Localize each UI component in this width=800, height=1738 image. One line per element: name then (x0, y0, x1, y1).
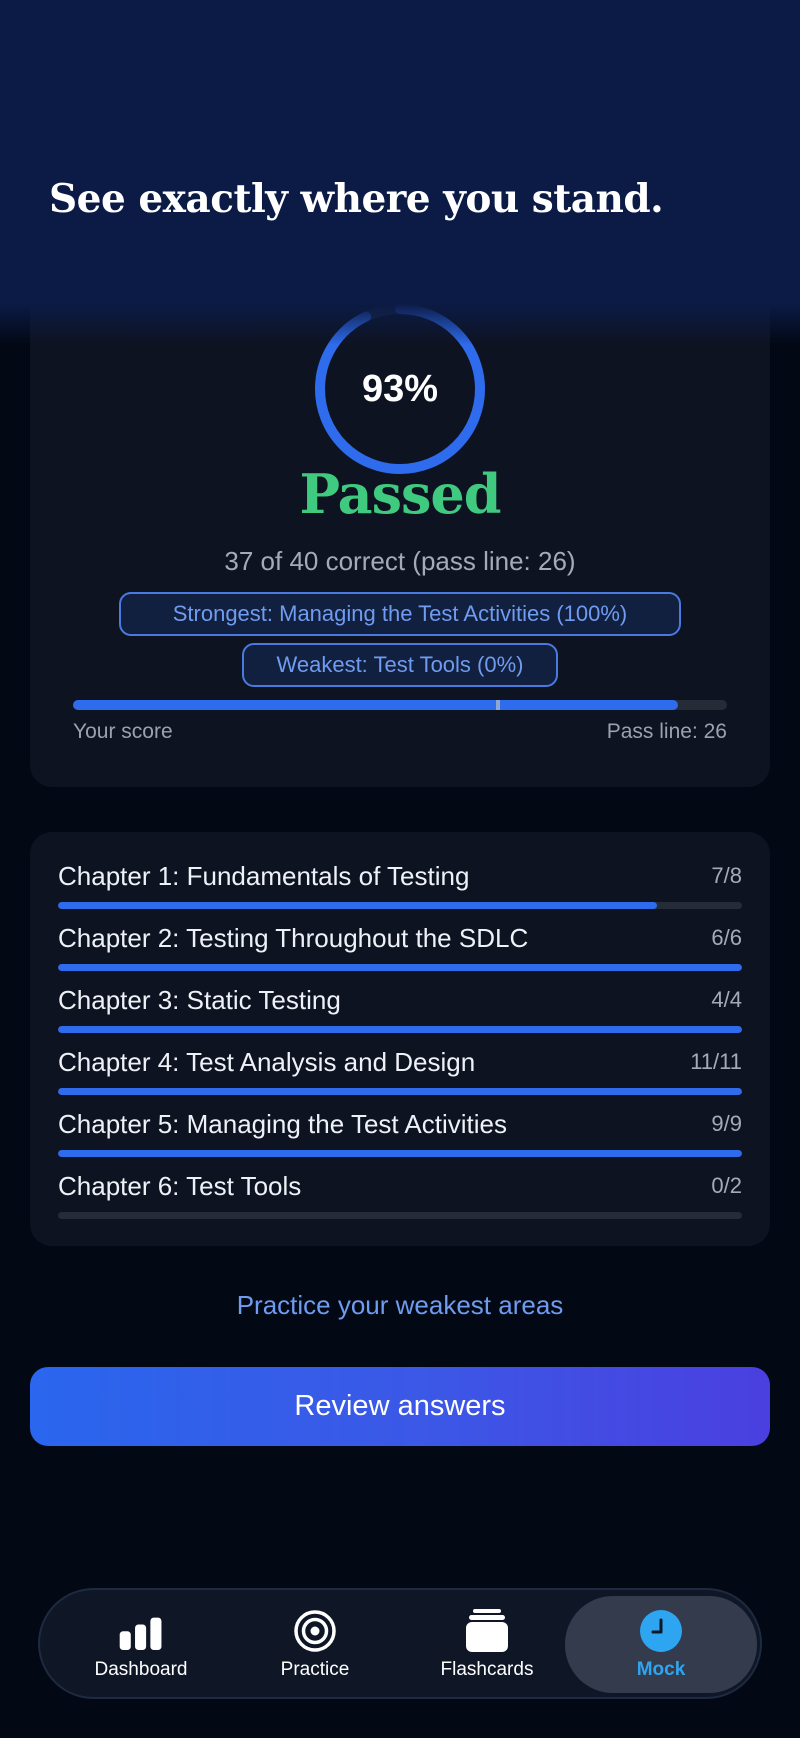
chapter-progress-fill (58, 964, 742, 971)
chapter-progress-bar (58, 902, 742, 909)
bottom-tab-bar: Dashboard Practice Flashcards Mock (38, 1588, 762, 1699)
tab-label: Dashboard (94, 1658, 188, 1680)
pass-line-label: Pass line: 26 (606, 720, 727, 743)
chapter-progress-fill (58, 902, 657, 909)
chapter-progress-bar (58, 964, 742, 971)
chapter-progress-bar (58, 1150, 742, 1157)
chapter-row: Chapter 4: Test Analysis and Design 11/1… (58, 1047, 742, 1097)
review-answers-button[interactable]: Review answers (30, 1367, 770, 1446)
tab-label: Practice (280, 1658, 350, 1680)
tab-label: Flashcards (440, 1658, 534, 1680)
chapter-progress-fill (58, 1150, 742, 1157)
chapter-progress-bar (58, 1212, 742, 1219)
chapter-row: Chapter 3: Static Testing 4/4 (58, 985, 742, 1035)
chapter-row: Chapter 2: Testing Throughout the SDLC 6… (58, 923, 742, 973)
tab-dashboard[interactable]: Dashboard (56, 1596, 226, 1693)
chapter-name: Chapter 2: Testing Throughout the SDLC (58, 923, 529, 953)
chapter-score: 9/9 (711, 1111, 742, 1136)
mock-result-screen: See exactly where you stand. 93% Passed … (0, 0, 800, 1738)
clock-icon (638, 1609, 684, 1653)
chapter-score: 11/11 (690, 1049, 742, 1074)
chapter-name: Chapter 5: Managing the Test Activities (58, 1109, 507, 1139)
chapter-progress-bar (58, 1088, 742, 1095)
weakest-topic-badge: Weakest: Test Tools (0%) (242, 643, 558, 687)
chapter-row: Chapter 6: Test Tools 0/2 (58, 1171, 742, 1221)
chapter-score: 0/2 (711, 1173, 742, 1198)
hero-title: See exactly where you stand. (49, 176, 664, 222)
score-summary: 37 of 40 correct (pass line: 26) (224, 546, 576, 576)
tab-flashcards[interactable]: Flashcards (402, 1596, 572, 1693)
target-icon (292, 1609, 338, 1653)
pass-status: Passed (299, 462, 501, 526)
chapter-score: 6/6 (711, 925, 742, 950)
cards-stack-icon (464, 1608, 510, 1653)
chapter-row: Chapter 5: Managing the Test Activities … (58, 1109, 742, 1159)
tab-practice[interactable]: Practice (230, 1596, 400, 1693)
hero-header: See exactly where you stand. (0, 0, 800, 345)
chapter-row: Chapter 1: Fundamentals of Testing 7/8 (58, 861, 742, 911)
chapter-name: Chapter 1: Fundamentals of Testing (58, 861, 470, 891)
tab-mock[interactable]: Mock (565, 1596, 757, 1693)
score-progress-bar (73, 700, 727, 710)
strongest-topic-badge: Strongest: Managing the Test Activities … (119, 592, 681, 636)
chapter-progress-bar (58, 1026, 742, 1033)
score-progress-fill (73, 700, 678, 710)
pass-line-marker (496, 700, 501, 710)
chapter-score: 4/4 (711, 987, 742, 1012)
chapter-name: Chapter 3: Static Testing (58, 985, 341, 1015)
chapter-progress-fill (58, 1088, 742, 1095)
your-score-label: Your score (73, 720, 173, 743)
chapter-name: Chapter 4: Test Analysis and Design (58, 1047, 476, 1077)
tab-label: Mock (636, 1658, 686, 1680)
chapter-name: Chapter 6: Test Tools (58, 1171, 302, 1201)
chapter-score: 7/8 (711, 863, 742, 888)
chapter-progress-fill (58, 1026, 742, 1033)
practice-weakest-link[interactable]: Practice your weakest areas (0, 1290, 800, 1321)
bar-chart-icon (118, 1609, 164, 1653)
